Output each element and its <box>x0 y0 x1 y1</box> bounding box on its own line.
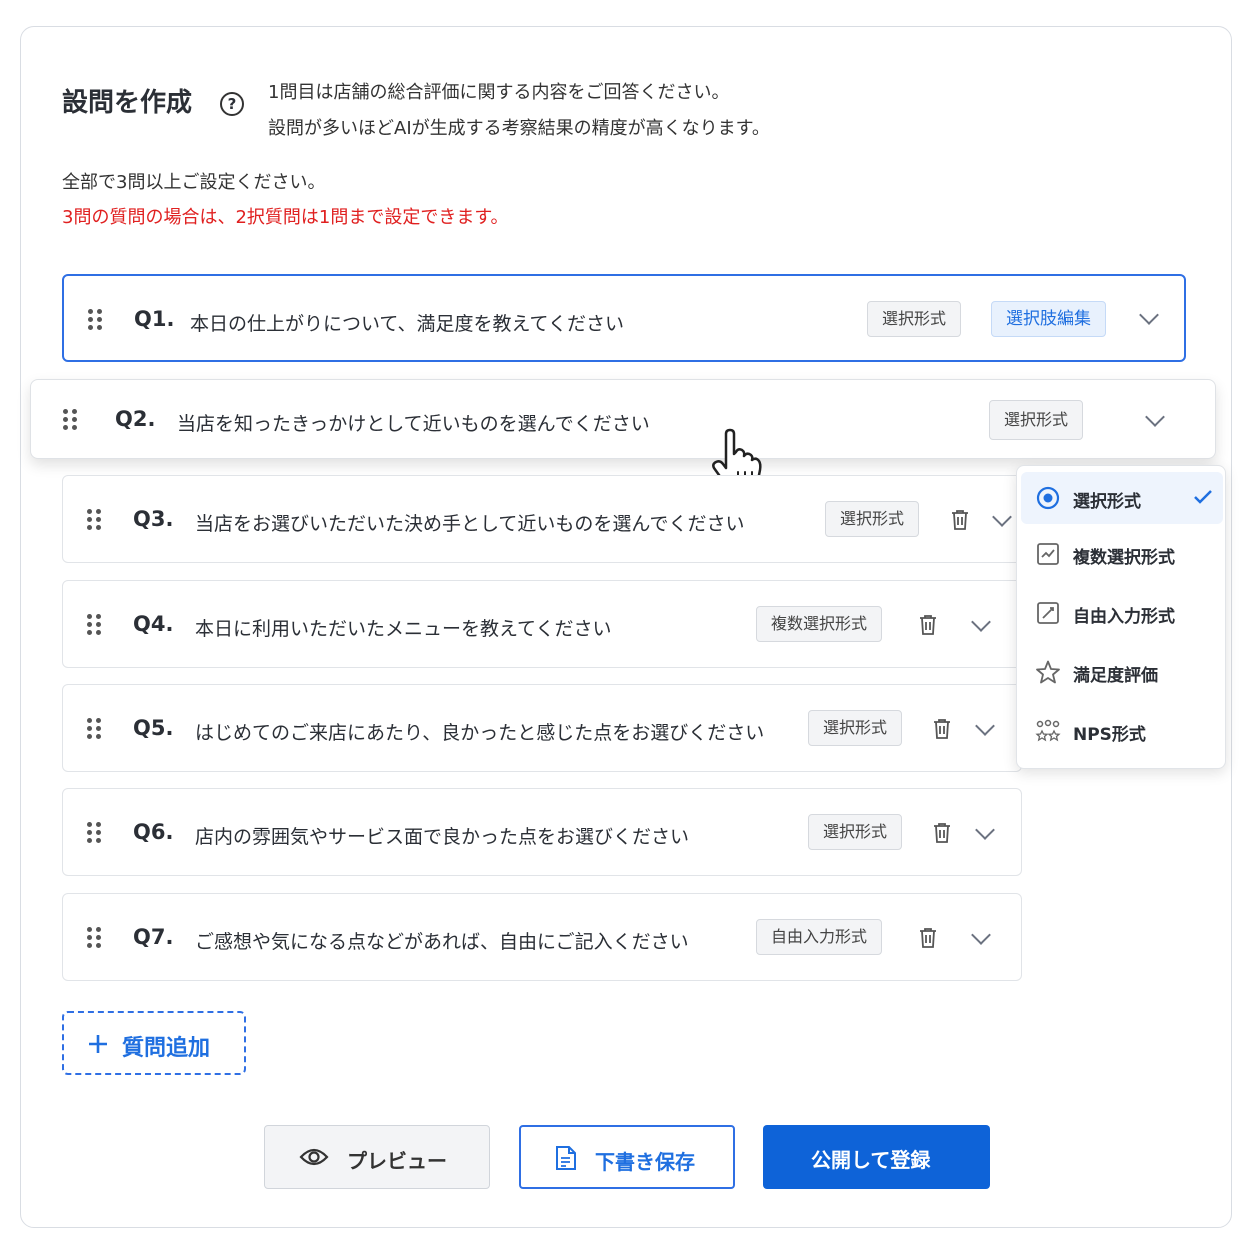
dropdown-item-select[interactable]: 選択形式 <box>1021 472 1223 524</box>
question-text: ご感想や気になる点などがあれば、自由にご記入ください <box>195 931 689 953</box>
question-row-q4[interactable]: Q4. 本日に利用いただいたメニューを教えてください 複数選択形式 <box>62 580 1022 668</box>
drag-handle-icon[interactable] <box>87 509 103 531</box>
document-icon <box>556 1146 576 1170</box>
free-input-icon <box>1037 602 1059 624</box>
question-row-q5[interactable]: Q5. はじめてのご来店にあたり、良かったと感じた点をお選びください 選択形式 <box>62 684 1022 772</box>
drag-handle-icon[interactable] <box>88 309 104 331</box>
preview-label: プレビュー <box>347 1149 447 1173</box>
star-icon <box>1036 660 1060 684</box>
question-number: Q7. <box>133 925 174 949</box>
chevron-down-icon[interactable] <box>975 716 995 736</box>
check-icon <box>1194 490 1212 504</box>
dropdown-item-free-input[interactable]: 自由入力形式 <box>1021 587 1223 639</box>
chevron-down-icon[interactable] <box>992 507 1012 527</box>
chevron-down-icon[interactable] <box>971 612 991 632</box>
question-row-q7[interactable]: Q7. ご感想や気になる点などがあれば、自由にご記入ください 自由入力形式 <box>62 893 1022 981</box>
dropdown-item-nps[interactable]: NPS形式 <box>1021 705 1223 757</box>
preview-button[interactable]: プレビュー <box>264 1125 490 1189</box>
dropdown-item-label: 選択形式 <box>1073 492 1141 512</box>
drag-handle-icon[interactable] <box>87 927 103 949</box>
dropdown-item-multi-select[interactable]: 複数選択形式 <box>1021 528 1223 580</box>
description-line-2: 設問が多いほどAIが生成する考察結果の精度が高くなります。 <box>268 118 770 139</box>
question-row-q1[interactable]: Q1. 本日の仕上がりについて、満足度を教えてください 選択形式 選択肢編集 <box>62 274 1186 362</box>
question-text: 当店をお選びいただいた決め手として近いものを選んでください <box>195 513 745 535</box>
help-icon[interactable]: ? <box>220 92 244 116</box>
trash-icon[interactable] <box>951 509 969 531</box>
question-text: 本日の仕上がりについて、満足度を教えてください <box>190 313 624 335</box>
question-type-badge[interactable]: 自由入力形式 <box>756 919 883 955</box>
multi-select-icon <box>1037 543 1059 565</box>
edit-options-button[interactable]: 選択肢編集 <box>991 301 1106 337</box>
add-question-button[interactable]: 質問追加 <box>62 1011 246 1075</box>
drag-handle-icon[interactable] <box>87 614 103 636</box>
publish-label: 公開して登録 <box>811 1148 931 1172</box>
question-number: Q5. <box>133 716 174 740</box>
question-type-badge[interactable]: 複数選択形式 <box>756 606 883 642</box>
page-description: 1問目は店舗の総合評価に関する内容をご回答ください。 設問が多いほどAIが生成す… <box>268 75 770 147</box>
question-row-q6[interactable]: Q6. 店内の雰囲気やサービス面で良かった点をお選びください 選択形式 <box>62 788 1022 876</box>
save-draft-button[interactable]: 下書き保存 <box>519 1125 735 1189</box>
question-number: Q2. <box>115 407 156 431</box>
nps-icon <box>1035 719 1061 742</box>
trash-icon[interactable] <box>933 718 951 740</box>
question-text: 本日に利用いただいたメニューを教えてください <box>195 618 612 640</box>
description-line-1: 1問目は店舗の総合評価に関する内容をご回答ください。 <box>268 82 730 103</box>
dropdown-item-label: NPS形式 <box>1073 725 1146 745</box>
radio-icon <box>1036 486 1060 510</box>
question-type-badge[interactable]: 選択形式 <box>808 710 903 746</box>
trash-icon[interactable] <box>919 614 937 636</box>
question-row-q3[interactable]: Q3. 当店をお選びいただいた決め手として近いものを選んでください 選択形式 <box>62 475 1022 563</box>
question-text: 店内の雰囲気やサービス面で良かった点をお選びください <box>195 826 690 848</box>
chevron-down-icon[interactable] <box>971 925 991 945</box>
question-type-badge[interactable]: 選択形式 <box>825 501 920 537</box>
question-type-badge[interactable]: 選択形式 <box>867 301 962 337</box>
publish-button[interactable]: 公開して登録 <box>763 1125 990 1189</box>
question-row-q2[interactable]: Q2. 当店を知ったきっかけとして近いものを選んでください 選択形式 <box>30 379 1216 459</box>
question-number: Q6. <box>133 820 174 844</box>
chevron-down-icon[interactable] <box>1139 305 1159 325</box>
trash-icon[interactable] <box>919 927 937 949</box>
question-text: 当店を知ったきっかけとして近いものを選んでください <box>177 413 650 435</box>
plus-icon <box>89 1035 107 1053</box>
drag-handle-icon[interactable] <box>87 718 103 740</box>
drag-handle-icon[interactable] <box>87 822 103 844</box>
page-title: 設問を作成 <box>62 88 193 118</box>
dropdown-item-satisfaction[interactable]: 満足度評価 <box>1021 646 1223 698</box>
drag-handle-icon[interactable] <box>63 409 79 431</box>
save-draft-label: 下書き保存 <box>595 1150 695 1174</box>
question-type-dropdown: 選択形式 複数選択形式 自由入力形式 満足度評価 NPS形式 <box>1016 465 1226 769</box>
question-text: はじめてのご来店にあたり、良かったと感じた点をお選びください <box>195 722 765 744</box>
warning-note: 3問の質問の場合は、2択質問は1問まで設定できます。 <box>62 207 509 228</box>
question-number: Q3. <box>133 507 174 531</box>
dropdown-item-label: 満足度評価 <box>1073 666 1158 686</box>
trash-icon[interactable] <box>933 822 951 844</box>
chevron-down-icon[interactable] <box>975 820 995 840</box>
dropdown-item-label: 自由入力形式 <box>1073 607 1175 627</box>
chevron-down-icon[interactable] <box>1145 407 1165 427</box>
add-question-label: 質問追加 <box>122 1036 211 1061</box>
question-number: Q1. <box>134 307 175 331</box>
question-number: Q4. <box>133 612 174 636</box>
question-type-badge[interactable]: 選択形式 <box>808 814 903 850</box>
question-type-badge[interactable]: 選択形式 <box>989 400 1084 440</box>
eye-icon <box>299 1148 329 1166</box>
dropdown-item-label: 複数選択形式 <box>1073 548 1175 568</box>
info-note: 全部で3問以上ご設定ください。 <box>62 172 326 193</box>
